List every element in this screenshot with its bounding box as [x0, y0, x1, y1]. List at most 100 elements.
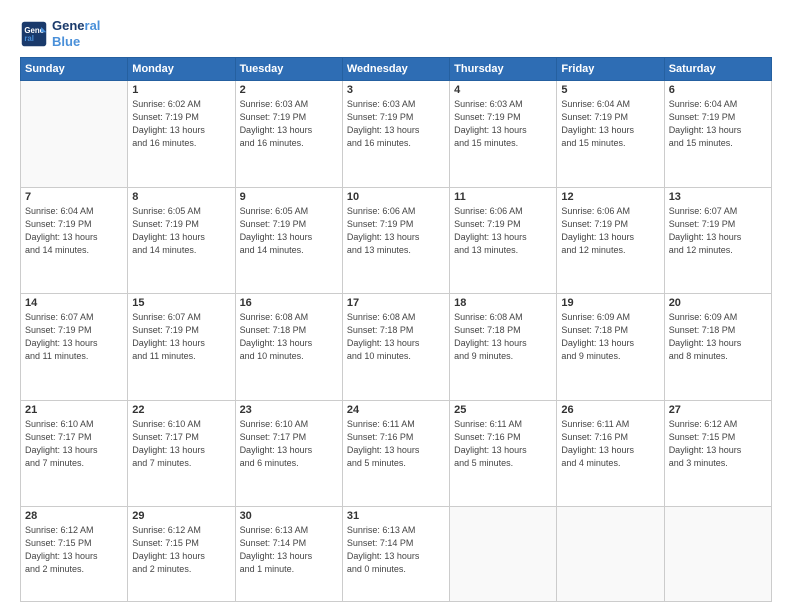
- calendar-week-row: 1 Sunrise: 6:02 AM Sunset: 7:19 PM Daylig…: [21, 81, 772, 187]
- day-info: Sunrise: 6:07 AM Sunset: 7:19 PM Dayligh…: [669, 205, 767, 257]
- calendar-cell: 24 Sunrise: 6:11 AM Sunset: 7:16 PM Dayli…: [342, 400, 449, 506]
- day-number: 1: [132, 84, 230, 96]
- calendar-cell: 13Sunrise: 6:07 AM Sunset: 7:19 PM Dayli…: [664, 187, 771, 293]
- calendar-cell: 5Sunrise: 6:04 AM Sunset: 7:19 PM Daylig…: [557, 81, 664, 187]
- calendar-header-cell: Thursday: [450, 58, 557, 81]
- day-info: Sunrise: 6:10 AM Sunset: 7:17 PM Dayligh…: [240, 418, 338, 470]
- calendar-cell: 20 Sunrise: 6:09 AM Sunset: 7:18 PM Dayli…: [664, 294, 771, 400]
- day-info: Sunrise: 6:04 AM Sunset: 7:19 PM Dayligh…: [669, 98, 767, 150]
- day-info: Sunrise: 6:03 AM Sunset: 7:19 PM Dayligh…: [240, 98, 338, 150]
- day-info: Sunrise: 6:11 AM Sunset: 7:16 PM Dayligh…: [561, 418, 659, 470]
- calendar-header-cell: Sunday: [21, 58, 128, 81]
- day-info: Sunrise: 6:05 AM Sunset: 7:19 PM Dayligh…: [132, 205, 230, 257]
- day-number: 18: [454, 297, 552, 309]
- calendar-cell: 10 Sunrise: 6:06 AM Sunset: 7:19 PM Dayli…: [342, 187, 449, 293]
- calendar-header-row: SundayMondayTuesdayWednesdayThursdayFrid…: [21, 58, 772, 81]
- calendar-cell: [450, 506, 557, 601]
- calendar-table: SundayMondayTuesdayWednesdayThursdayFrid…: [20, 57, 772, 602]
- day-number: 25: [454, 404, 552, 416]
- svg-text:ral: ral: [24, 34, 34, 43]
- calendar-cell: 29Sunrise: 6:12 AM Sunset: 7:15 PM Dayli…: [128, 506, 235, 601]
- calendar-cell: 26Sunrise: 6:11 AM Sunset: 7:16 PM Dayli…: [557, 400, 664, 506]
- calendar-header-cell: Wednesday: [342, 58, 449, 81]
- calendar-cell: 22Sunrise: 6:10 AM Sunset: 7:17 PM Dayli…: [128, 400, 235, 506]
- day-number: 28: [25, 510, 123, 522]
- calendar-cell: 31 Sunrise: 6:13 AM Sunset: 7:14 PM Dayli…: [342, 506, 449, 601]
- calendar-cell: 7Sunrise: 6:04 AM Sunset: 7:19 PM Daylig…: [21, 187, 128, 293]
- day-info: Sunrise: 6:08 AM Sunset: 7:18 PM Dayligh…: [240, 311, 338, 363]
- day-number: 12: [561, 191, 659, 203]
- day-info: Sunrise: 6:02 AM Sunset: 7:19 PM Dayligh…: [132, 98, 230, 150]
- day-number: 2: [240, 84, 338, 96]
- calendar-cell: 30Sunrise: 6:13 AM Sunset: 7:14 PM Dayli…: [235, 506, 342, 601]
- calendar-body: 1 Sunrise: 6:02 AM Sunset: 7:19 PM Daylig…: [21, 81, 772, 602]
- day-info: Sunrise: 6:09 AM Sunset: 7:18 PM Dayligh…: [561, 311, 659, 363]
- day-number: 24: [347, 404, 445, 416]
- day-info: Sunrise: 6:11 AM Sunset: 7:16 PM Dayligh…: [454, 418, 552, 470]
- calendar-cell: 6 Sunrise: 6:04 AM Sunset: 7:19 PM Daylig…: [664, 81, 771, 187]
- day-number: 16: [240, 297, 338, 309]
- day-info: Sunrise: 6:06 AM Sunset: 7:19 PM Dayligh…: [454, 205, 552, 257]
- calendar-cell: 3 Sunrise: 6:03 AM Sunset: 7:19 PM Daylig…: [342, 81, 449, 187]
- day-number: 10: [347, 191, 445, 203]
- calendar-header-cell: Tuesday: [235, 58, 342, 81]
- day-info: Sunrise: 6:12 AM Sunset: 7:15 PM Dayligh…: [25, 524, 123, 576]
- calendar-header-cell: Friday: [557, 58, 664, 81]
- calendar-cell: 28 Sunrise: 6:12 AM Sunset: 7:15 PM Dayli…: [21, 506, 128, 601]
- calendar-cell: 15 Sunrise: 6:07 AM Sunset: 7:19 PM Dayli…: [128, 294, 235, 400]
- day-number: 15: [132, 297, 230, 309]
- logo: Gene ral General Blue: [20, 18, 100, 49]
- calendar-cell: 27Sunrise: 6:12 AM Sunset: 7:15 PM Dayli…: [664, 400, 771, 506]
- page-header: Gene ral General Blue: [20, 18, 772, 49]
- day-info: Sunrise: 6:13 AM Sunset: 7:14 PM Dayligh…: [347, 524, 445, 576]
- day-number: 31: [347, 510, 445, 522]
- day-number: 8: [132, 191, 230, 203]
- day-number: 9: [240, 191, 338, 203]
- day-number: 23: [240, 404, 338, 416]
- calendar-cell: 2 Sunrise: 6:03 AM Sunset: 7:19 PM Daylig…: [235, 81, 342, 187]
- day-info: Sunrise: 6:07 AM Sunset: 7:19 PM Dayligh…: [132, 311, 230, 363]
- calendar-cell: 4Sunrise: 6:03 AM Sunset: 7:19 PM Daylig…: [450, 81, 557, 187]
- day-info: Sunrise: 6:11 AM Sunset: 7:16 PM Dayligh…: [347, 418, 445, 470]
- day-number: 5: [561, 84, 659, 96]
- day-info: Sunrise: 6:10 AM Sunset: 7:17 PM Dayligh…: [25, 418, 123, 470]
- day-info: Sunrise: 6:03 AM Sunset: 7:19 PM Dayligh…: [347, 98, 445, 150]
- day-number: 22: [132, 404, 230, 416]
- calendar-week-row: 28 Sunrise: 6:12 AM Sunset: 7:15 PM Dayli…: [21, 506, 772, 601]
- calendar-cell: [664, 506, 771, 601]
- day-info: Sunrise: 6:12 AM Sunset: 7:15 PM Dayligh…: [669, 418, 767, 470]
- day-number: 20: [669, 297, 767, 309]
- calendar-cell: 18 Sunrise: 6:08 AM Sunset: 7:18 PM Dayli…: [450, 294, 557, 400]
- calendar-cell: 19 Sunrise: 6:09 AM Sunset: 7:18 PM Dayli…: [557, 294, 664, 400]
- day-number: 19: [561, 297, 659, 309]
- day-number: 3: [347, 84, 445, 96]
- day-info: Sunrise: 6:06 AM Sunset: 7:19 PM Dayligh…: [347, 205, 445, 257]
- calendar-week-row: 21 Sunrise: 6:10 AM Sunset: 7:17 PM Dayli…: [21, 400, 772, 506]
- calendar-header-cell: Monday: [128, 58, 235, 81]
- day-info: Sunrise: 6:06 AM Sunset: 7:19 PM Dayligh…: [561, 205, 659, 257]
- day-info: Sunrise: 6:04 AM Sunset: 7:19 PM Dayligh…: [25, 205, 123, 257]
- day-number: 17: [347, 297, 445, 309]
- day-info: Sunrise: 6:13 AM Sunset: 7:14 PM Dayligh…: [240, 524, 338, 576]
- day-number: 21: [25, 404, 123, 416]
- day-info: Sunrise: 6:07 AM Sunset: 7:19 PM Dayligh…: [25, 311, 123, 363]
- calendar-cell: 12 Sunrise: 6:06 AM Sunset: 7:19 PM Dayli…: [557, 187, 664, 293]
- calendar-cell: [21, 81, 128, 187]
- day-number: 4: [454, 84, 552, 96]
- calendar-header-cell: Saturday: [664, 58, 771, 81]
- day-info: Sunrise: 6:08 AM Sunset: 7:18 PM Dayligh…: [454, 311, 552, 363]
- calendar-cell: 23 Sunrise: 6:10 AM Sunset: 7:17 PM Dayli…: [235, 400, 342, 506]
- calendar-cell: [557, 506, 664, 601]
- day-number: 6: [669, 84, 767, 96]
- logo-text: General Blue: [52, 18, 100, 49]
- day-info: Sunrise: 6:09 AM Sunset: 7:18 PM Dayligh…: [669, 311, 767, 363]
- calendar-cell: 1 Sunrise: 6:02 AM Sunset: 7:19 PM Daylig…: [128, 81, 235, 187]
- day-info: Sunrise: 6:05 AM Sunset: 7:19 PM Dayligh…: [240, 205, 338, 257]
- day-number: 14: [25, 297, 123, 309]
- day-info: Sunrise: 6:08 AM Sunset: 7:18 PM Dayligh…: [347, 311, 445, 363]
- day-number: 11: [454, 191, 552, 203]
- day-number: 29: [132, 510, 230, 522]
- calendar-cell: 17 Sunrise: 6:08 AM Sunset: 7:18 PM Dayli…: [342, 294, 449, 400]
- calendar-cell: 25 Sunrise: 6:11 AM Sunset: 7:16 PM Dayli…: [450, 400, 557, 506]
- logo-icon: Gene ral: [20, 20, 48, 48]
